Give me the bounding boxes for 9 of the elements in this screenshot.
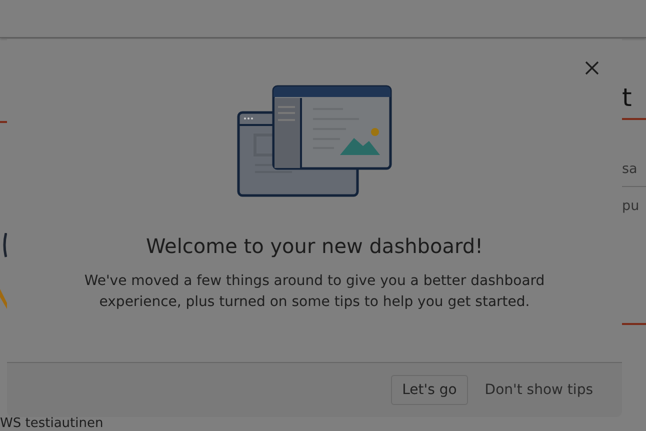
list-text: sa	[622, 160, 638, 178]
dialog-title: Welcome to your new dashboard!	[146, 233, 484, 259]
section-heading: t	[622, 82, 633, 114]
dont-show-tips-button[interactable]: Don't show tips	[474, 375, 604, 405]
dialog-message: We've moved a few things around to give you a better dashboard experience, plus turned on some tips to help you get started.	[83, 272, 546, 312]
close-icon[interactable]	[584, 60, 600, 76]
lets-go-button[interactable]: Let's go	[391, 375, 468, 405]
section-heading: WS testiautinen	[0, 417, 104, 431]
list-text: pu	[622, 197, 640, 215]
